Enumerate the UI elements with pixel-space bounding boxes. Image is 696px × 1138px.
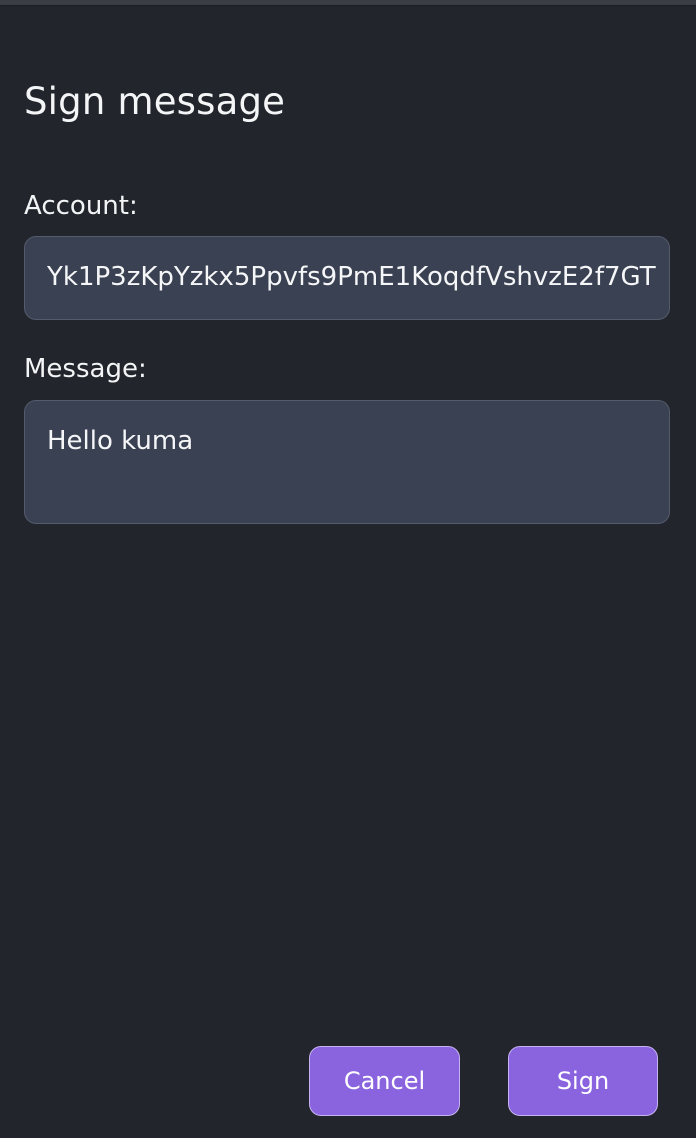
cancel-button[interactable]: Cancel: [309, 1046, 460, 1116]
message-label: Message:: [24, 354, 147, 384]
page-title: Sign message: [24, 80, 286, 123]
window-top-border: [0, 0, 696, 6]
sign-button[interactable]: Sign: [508, 1046, 658, 1116]
message-input[interactable]: Hello kuma: [24, 400, 670, 524]
account-field: Yk1P3zKpYzkx5Ppvfs9PmE1KoqdfVshvzE2f7GT: [24, 236, 670, 320]
account-label: Account:: [24, 191, 138, 221]
